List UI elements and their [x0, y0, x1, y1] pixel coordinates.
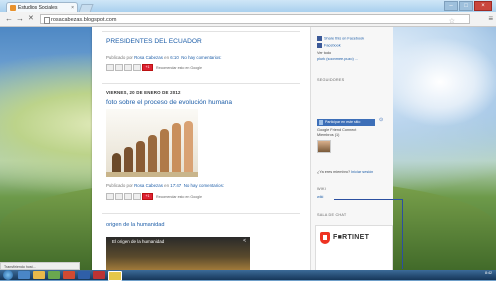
- blog-main-column: PRESIDENTES DEL ECUADOR Publicado por Ro…: [92, 27, 310, 270]
- media-icon[interactable]: [48, 271, 60, 279]
- video-title: El origen de la humanidad: [112, 239, 165, 244]
- post-meta: Publicado por Rosa Cabezas en 6:10 No ha…: [106, 55, 222, 60]
- figure-hominid: [148, 135, 157, 173]
- windows-taskbar: 8:42: [0, 270, 496, 281]
- author-link[interactable]: Rosa Cabezas: [134, 183, 163, 188]
- post-title[interactable]: PRESIDENTES DEL ECUADOR: [106, 38, 202, 45]
- twitter-share-icon[interactable]: [124, 193, 132, 200]
- address-url: rosacabezas.blogspot.com: [51, 17, 117, 23]
- at-label: en: [164, 183, 170, 188]
- google-plus-one-button[interactable]: +1: [142, 64, 153, 71]
- member-avatar[interactable]: [317, 140, 331, 153]
- published-label: Publicado por: [106, 55, 133, 60]
- close-window-button[interactable]: ×: [474, 1, 492, 11]
- stop-button[interactable]: ✕: [28, 14, 34, 24]
- time-link[interactable]: 6:10: [170, 55, 179, 60]
- login-prompt: ¿Ya eres miembro? Iniciar sesión: [317, 170, 374, 174]
- facebook-share-icon[interactable]: [133, 193, 141, 200]
- share-icon[interactable]: <: [243, 238, 246, 244]
- status-bar: Transfiriendo host...: [0, 262, 80, 270]
- fortinet-logo-icon: [320, 232, 330, 244]
- post-title[interactable]: origen de la humanidad: [106, 222, 164, 228]
- blog-sidebar: Share this on Facebook Facebook Ver todo…: [310, 27, 393, 270]
- facebook-share-icon[interactable]: [133, 64, 141, 71]
- bookmark-star-icon[interactable]: ☆: [449, 17, 455, 27]
- post-title[interactable]: foto sobre el proceso de evolución human…: [106, 99, 232, 106]
- drawn-line: [334, 199, 402, 200]
- fortinet-wordmark: F■RTINET: [333, 234, 370, 241]
- plurk-link[interactable]: plurk (soonmee.puzo) ...: [317, 57, 358, 61]
- word-icon[interactable]: [78, 271, 90, 279]
- author-link[interactable]: Rosa Cabezas: [134, 55, 163, 60]
- window-controls: – □ ×: [444, 1, 492, 11]
- figure-hominid: [124, 147, 133, 173]
- comments-link[interactable]: No hay comentarios:: [184, 183, 224, 188]
- clock[interactable]: 8:42: [485, 271, 492, 275]
- figure-hominid: [160, 129, 169, 173]
- minimize-button[interactable]: –: [444, 1, 458, 11]
- browser-titlebar: Estudios Sociales × – □ ×: [0, 0, 496, 13]
- page-viewport: PRESIDENTES DEL ECUADOR Publicado por Ro…: [0, 27, 496, 270]
- share-buttons: +1 Recomendar esto en Google: [106, 64, 202, 71]
- join-site-button[interactable]: Participar en este sitio: [317, 119, 375, 126]
- gfc-label: Google Friend Connect: [317, 128, 357, 132]
- ver-todo-label[interactable]: Ver todo: [317, 51, 331, 55]
- wiki-link[interactable]: wiki: [317, 195, 323, 199]
- blogger-favicon-icon: [10, 5, 16, 11]
- forward-button[interactable]: →: [16, 14, 24, 24]
- gfc-help-icon[interactable]: ⊙: [379, 117, 383, 123]
- blog-share-icon[interactable]: [115, 64, 123, 71]
- back-button[interactable]: ←: [5, 14, 13, 24]
- folder-icon[interactable]: [33, 271, 45, 279]
- figure-hominid: [136, 141, 145, 173]
- menu-icon[interactable]: ≡: [488, 14, 493, 23]
- facebook-icon: [317, 43, 322, 48]
- page-icon: [44, 17, 50, 24]
- video-embed[interactable]: El origen de la humanidad <: [106, 237, 250, 270]
- app-icon[interactable]: [93, 271, 105, 279]
- figure-ape: [112, 153, 121, 173]
- published-label: Publicado por: [106, 183, 133, 188]
- figure-human: [184, 121, 193, 173]
- drawn-line: [402, 199, 403, 269]
- facebook-icon: [317, 36, 322, 41]
- start-button[interactable]: [3, 270, 13, 280]
- powerpoint-icon[interactable]: [63, 271, 75, 279]
- blog-share-icon[interactable]: [115, 193, 123, 200]
- post-meta: Publicado por Rosa Cabezas en 17:47 No h…: [106, 183, 224, 188]
- address-bar[interactable]: rosacabezas.blogspot.com ☆: [40, 14, 470, 27]
- twitter-share-icon[interactable]: [124, 64, 132, 71]
- section-heading: SALA DE CHAT: [317, 213, 347, 217]
- facebook-link[interactable]: Facebook: [317, 43, 341, 48]
- section-heading: WIKI: [317, 187, 327, 191]
- comments-link[interactable]: No hay comentarios:: [181, 55, 221, 60]
- members-count: Miembros (1): [317, 133, 340, 137]
- background-clouds: [380, 37, 496, 127]
- email-share-icon[interactable]: [106, 64, 114, 71]
- recommend-text: Recomendar esto en Google: [156, 65, 202, 70]
- browser-tab[interactable]: Estudios Sociales ×: [6, 2, 78, 12]
- browser-toolbar: ← → ✕ rosacabezas.blogspot.com ☆ ≡: [0, 12, 496, 27]
- ground: [106, 172, 198, 177]
- maximize-button[interactable]: □: [459, 1, 473, 11]
- at-label: en: [164, 55, 170, 60]
- date-header: VIERNES, 20 DE ENERO DE 2012: [106, 90, 181, 95]
- section-heading: SEGUIDORES: [317, 78, 345, 82]
- divider: [102, 83, 300, 84]
- divider: [102, 31, 300, 32]
- google-plus-one-button[interactable]: +1: [142, 193, 153, 200]
- email-share-icon[interactable]: [106, 193, 114, 200]
- share-facebook-link[interactable]: Share this on Facebook: [317, 36, 364, 41]
- evolution-image[interactable]: [106, 109, 198, 177]
- share-buttons: +1 Recomendar esto en Google: [106, 193, 202, 200]
- figure-human: [172, 123, 181, 173]
- tab-title: Estudios Sociales: [18, 5, 58, 11]
- ie-icon[interactable]: [18, 271, 30, 279]
- fortinet-widget[interactable]: F■RTINET: [315, 225, 393, 270]
- recommend-text: Recomendar esto en Google: [156, 194, 202, 199]
- time-link[interactable]: 17:47: [170, 183, 181, 188]
- divider: [102, 213, 300, 214]
- login-link[interactable]: Iniciar sesión: [351, 170, 373, 174]
